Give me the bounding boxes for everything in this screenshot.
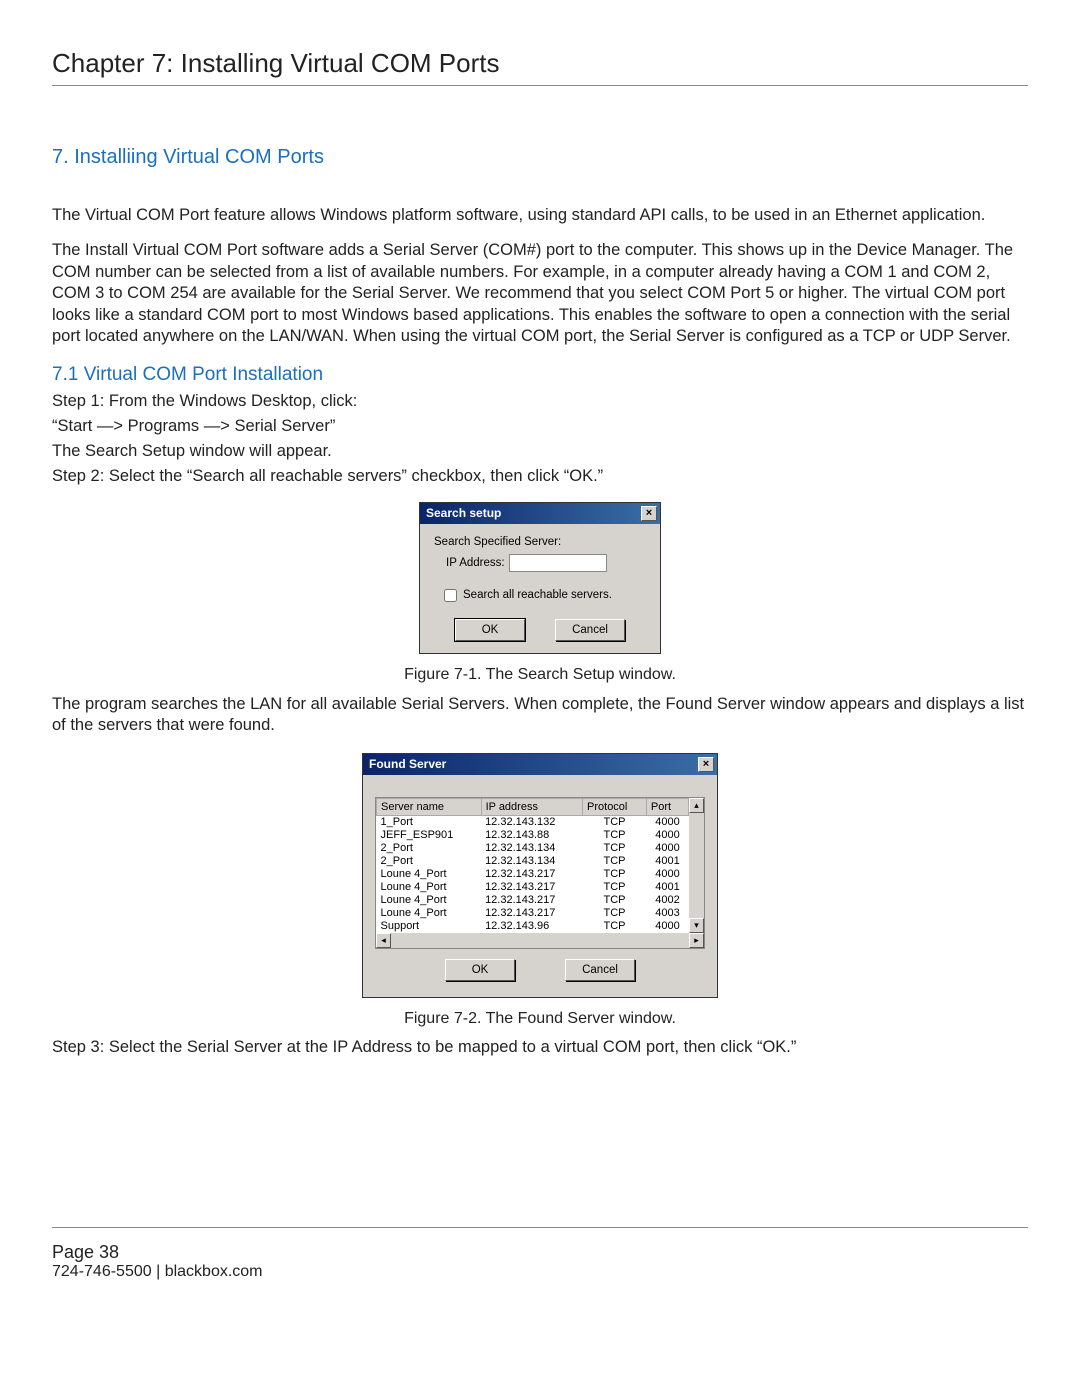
cell-server-name: Loune 4_Port	[377, 881, 482, 894]
page-number: Page 38	[52, 1242, 119, 1263]
footer-contact: 724-746-5500 | blackbox.com	[52, 1263, 1028, 1281]
cancel-button[interactable]: Cancel	[565, 959, 635, 981]
scroll-right-icon[interactable]: ▸	[689, 933, 704, 948]
cell-ip: 12.32.143.132	[481, 815, 582, 829]
step-3: Step 3: Select the Serial Server at the …	[52, 1038, 1028, 1057]
search-setup-dialog: Search setup × Search Specified Server: …	[419, 502, 661, 654]
ok-button[interactable]: OK	[455, 619, 525, 641]
cell-ip: 12.32.143.88	[481, 829, 582, 842]
table-row[interactable]: Loune 4_Port12.32.143.217TCP4003	[377, 907, 689, 920]
footer-divider: |	[152, 1263, 165, 1280]
found-server-dialog: Found Server × Server name IP address Pr…	[362, 753, 718, 998]
cell-port: 4000	[646, 920, 688, 933]
found-server-titlebar: Found Server ×	[363, 754, 717, 775]
found-server-title: Found Server	[369, 757, 446, 771]
cell-server-name: JEFF_ESP901	[377, 829, 482, 842]
intro-paragraph-1: The Virtual COM Port feature allows Wind…	[52, 205, 1028, 226]
ip-address-input[interactable]	[509, 554, 607, 572]
close-icon[interactable]: ×	[698, 757, 714, 772]
cell-port: 4000	[646, 829, 688, 842]
cell-port: 4000	[646, 868, 688, 881]
table-row[interactable]: JEFF_ESP90112.32.143.88TCP4000	[377, 829, 689, 842]
horizontal-scrollbar[interactable]: ◂ ▸	[376, 933, 704, 948]
cell-ip: 12.32.143.217	[481, 881, 582, 894]
ok-button[interactable]: OK	[445, 959, 515, 981]
cell-protocol: TCP	[583, 907, 647, 920]
figure-7-2-caption: Figure 7-2. The Found Server window.	[52, 1010, 1028, 1028]
server-table[interactable]: Server name IP address Protocol Port 1_P…	[376, 798, 689, 933]
section-7-1-heading: 7.1 Virtual COM Port Installation	[52, 364, 1028, 386]
cell-ip: 12.32.143.134	[481, 842, 582, 855]
cell-port: 4003	[646, 907, 688, 920]
header-rule	[52, 85, 1028, 86]
table-row[interactable]: Loune 4_Port12.32.143.217TCP4000	[377, 868, 689, 881]
cell-server-name: 2_Port	[377, 855, 482, 868]
table-row[interactable]: 1_Port12.32.143.132TCP4000	[377, 815, 689, 829]
cell-port: 4001	[646, 855, 688, 868]
cell-port: 4000	[646, 842, 688, 855]
table-row[interactable]: Loune 4_Port12.32.143.217TCP4002	[377, 894, 689, 907]
search-setup-titlebar: Search setup ×	[420, 503, 660, 524]
step-1: Step 1: From the Windows Desktop, click:	[52, 392, 1028, 411]
scroll-down-icon[interactable]: ▾	[689, 918, 704, 933]
vertical-scrollbar[interactable]: ▴ ▾	[689, 798, 704, 933]
intro-paragraph-2: The Install Virtual COM Port software ad…	[52, 240, 1028, 347]
search-all-checkbox[interactable]	[444, 589, 457, 602]
figure-7-1-caption: Figure 7-1. The Search Setup window.	[52, 666, 1028, 684]
para-after-fig1: The program searches the LAN for all ava…	[52, 694, 1028, 737]
scroll-left-icon[interactable]: ◂	[376, 933, 391, 948]
cell-protocol: TCP	[583, 842, 647, 855]
cell-protocol: TCP	[583, 881, 647, 894]
footer-phone: 724-746-5500	[52, 1263, 152, 1280]
server-table-container: Server name IP address Protocol Port 1_P…	[375, 797, 705, 949]
search-setup-title: Search setup	[426, 506, 501, 520]
cell-server-name: 2_Port	[377, 842, 482, 855]
cell-protocol: TCP	[583, 920, 647, 933]
cell-server-name: Loune 4_Port	[377, 907, 482, 920]
col-server-name[interactable]: Server name	[377, 798, 482, 815]
cell-ip: 12.32.143.217	[481, 868, 582, 881]
table-row[interactable]: Loune 4_Port12.32.143.217TCP4001	[377, 881, 689, 894]
cell-protocol: TCP	[583, 829, 647, 842]
search-specified-label: Search Specified Server:	[434, 536, 646, 548]
chapter-title: Chapter 7: Installing Virtual COM Ports	[52, 48, 1028, 79]
ip-address-label: IP Address:	[446, 557, 505, 569]
cell-protocol: TCP	[583, 855, 647, 868]
cell-port: 4001	[646, 881, 688, 894]
step-1-path: “Start —> Programs —> Serial Server”	[52, 417, 1028, 436]
col-protocol[interactable]: Protocol	[583, 798, 647, 815]
cell-protocol: TCP	[583, 868, 647, 881]
search-all-label: Search all reachable servers.	[463, 589, 612, 601]
cell-ip: 12.32.143.217	[481, 894, 582, 907]
cell-ip: 12.32.143.134	[481, 855, 582, 868]
close-icon[interactable]: ×	[641, 506, 657, 521]
cancel-button[interactable]: Cancel	[555, 619, 625, 641]
col-ip-address[interactable]: IP address	[481, 798, 582, 815]
section-7-heading: 7. Installiing Virtual COM Ports	[52, 146, 1028, 169]
col-port[interactable]: Port	[646, 798, 688, 815]
scroll-up-icon[interactable]: ▴	[689, 798, 704, 813]
step-1-result: The Search Setup window will appear.	[52, 442, 1028, 461]
cell-protocol: TCP	[583, 894, 647, 907]
step-2: Step 2: Select the “Search all reachable…	[52, 467, 1028, 486]
cell-port: 4000	[646, 815, 688, 829]
table-row[interactable]: 2_Port12.32.143.134TCP4000	[377, 842, 689, 855]
cell-port: 4002	[646, 894, 688, 907]
cell-server-name: Support	[377, 920, 482, 933]
cell-protocol: TCP	[583, 815, 647, 829]
cell-ip: 12.32.143.96	[481, 920, 582, 933]
cell-server-name: Loune 4_Port	[377, 868, 482, 881]
table-row[interactable]: 2_Port12.32.143.134TCP4001	[377, 855, 689, 868]
footer-site: blackbox.com	[165, 1263, 263, 1280]
cell-server-name: Loune 4_Port	[377, 894, 482, 907]
cell-ip: 12.32.143.217	[481, 907, 582, 920]
table-row[interactable]: Support12.32.143.96TCP4000	[377, 920, 689, 933]
footer-rule	[52, 1227, 1028, 1228]
cell-server-name: 1_Port	[377, 815, 482, 829]
